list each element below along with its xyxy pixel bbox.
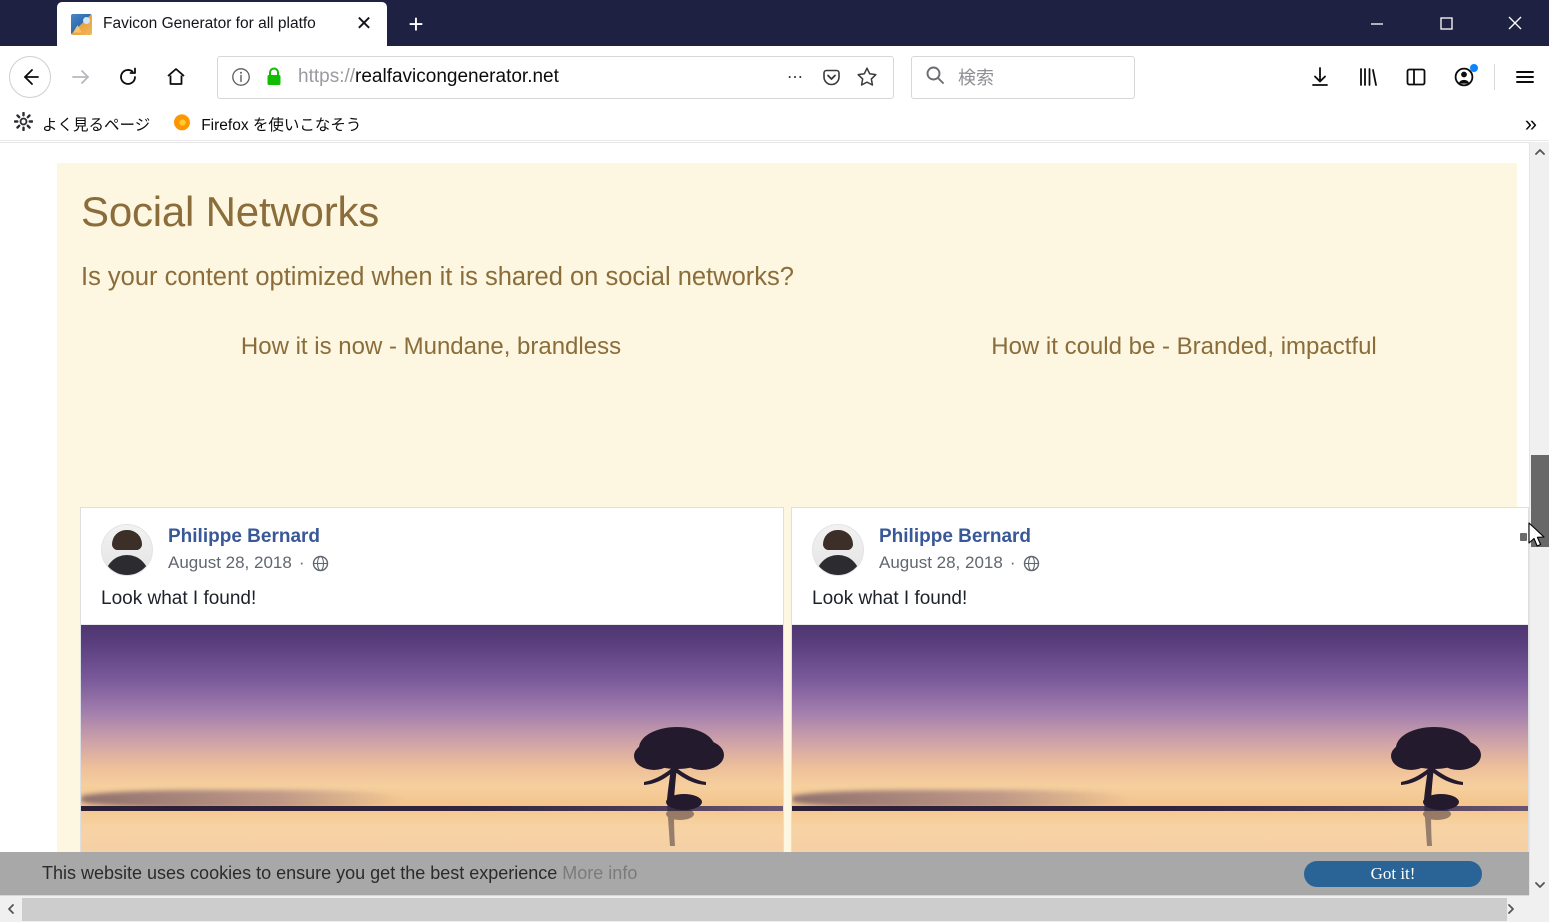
cookie-more-info-link[interactable]: More info	[562, 863, 637, 883]
post-body: Look what I found!	[101, 588, 257, 609]
reload-button[interactable]	[109, 58, 147, 96]
account-badge	[1470, 64, 1478, 72]
page-title: Social Networks	[81, 188, 380, 235]
window-controls	[1342, 0, 1549, 46]
browser-tab[interactable]: Favicon Generator for all platfo ✕	[57, 2, 387, 46]
search-icon	[924, 64, 946, 91]
forward-button[interactable]	[61, 58, 99, 96]
post-header: Philippe Bernard August 28, 2018 ·	[81, 508, 783, 576]
scroll-left-icon[interactable]	[0, 896, 22, 922]
post-header: Philippe Bernard August 28, 2018 ·	[792, 508, 1528, 576]
maximize-icon[interactable]	[1411, 0, 1480, 46]
avatar	[812, 524, 864, 576]
cookie-message-text: This website uses cookies to ensure you …	[42, 863, 558, 883]
web-page: Social Networks Is your content optimize…	[0, 142, 1529, 895]
horizontal-scrollbar[interactable]	[0, 895, 1549, 922]
page-actions-icon[interactable]: ⋯	[777, 59, 813, 95]
lock-icon[interactable]	[264, 66, 284, 88]
pocket-icon[interactable]	[813, 59, 849, 95]
url-scheme: https://	[298, 66, 356, 87]
toolbar-divider	[1494, 64, 1495, 90]
downloads-icon[interactable]	[1296, 53, 1344, 101]
tab-title: Favicon Generator for all platfo	[103, 15, 316, 32]
photo-tree-silhouette	[614, 722, 734, 850]
post-author[interactable]: Philippe Bernard	[879, 524, 1040, 550]
post-card-branded: Philippe Bernard August 28, 2018 · Look …	[791, 507, 1529, 895]
bookmarks-toolbar: よく見るページ Firefox を使いこなそう »	[0, 108, 1549, 141]
scroll-up-icon[interactable]	[1530, 142, 1549, 162]
star-icon[interactable]	[849, 59, 885, 95]
browser-title-bar: Favicon Generator for all platfo ✕ +	[0, 0, 1549, 46]
window-close-icon[interactable]	[1480, 0, 1549, 46]
post-separator: ·	[298, 553, 305, 572]
scroll-right-icon[interactable]	[1500, 896, 1522, 922]
post-separator: ·	[1009, 553, 1016, 572]
page-viewport: Social Networks Is your content optimize…	[0, 142, 1549, 922]
search-bar[interactable]: 検索	[911, 55, 1135, 99]
post-card-unbranded: Philippe Bernard August 28, 2018 · Look …	[80, 507, 784, 895]
url-bar[interactable]: https://realfavicongenerator.net ⋯	[217, 55, 894, 99]
post-timestamp: August 28, 2018 ·	[168, 550, 329, 576]
page-info-icon[interactable]	[230, 66, 252, 88]
post-options-icon[interactable]	[1520, 533, 1527, 541]
bookmark-item-most-visited[interactable]: よく見るページ	[6, 111, 158, 137]
sidebar-icon[interactable]	[1392, 53, 1440, 101]
navigation-toolbar: https://realfavicongenerator.net ⋯ 検索	[0, 46, 1549, 108]
back-button[interactable]	[9, 56, 51, 98]
search-input-placeholder[interactable]: 検索	[958, 64, 994, 90]
globe-icon	[1023, 555, 1040, 572]
post-date-text: August 28, 2018	[168, 553, 292, 572]
toolbar-right-icons	[1296, 46, 1549, 108]
photo-tree-silhouette	[1371, 722, 1491, 850]
cookie-message: This website uses cookies to ensure you …	[42, 863, 637, 884]
favicon-generator-icon	[71, 13, 92, 35]
gear-icon	[13, 111, 34, 136]
bookmark-item-firefox-tips[interactable]: Firefox を使いこなそう	[164, 111, 369, 137]
hamburger-menu-icon[interactable]	[1501, 53, 1549, 101]
post-meta: Philippe Bernard August 28, 2018 ·	[168, 524, 329, 576]
bookmark-label: Firefox を使いこなそう	[201, 117, 362, 134]
home-button[interactable]	[157, 58, 195, 96]
scrollbar-corner	[1529, 895, 1549, 922]
url-host: realfavicongenerator.net	[355, 66, 559, 87]
bookmark-label: よく見るページ	[42, 117, 151, 134]
column-header-after: How it could be - Branded, impactful	[991, 333, 1377, 360]
post-timestamp: August 28, 2018 ·	[879, 550, 1040, 576]
close-icon[interactable]: ✕	[349, 9, 379, 39]
globe-icon	[312, 555, 329, 572]
post-body: Look what I found!	[812, 588, 968, 609]
cookie-accept-button[interactable]: Got it!	[1304, 861, 1482, 887]
post-meta: Philippe Bernard August 28, 2018 ·	[879, 524, 1040, 576]
account-icon[interactable]	[1440, 53, 1488, 101]
avatar	[101, 524, 153, 576]
section-subtitle: Is your content optimized when it is sha…	[81, 263, 794, 291]
firefox-logo-icon	[172, 112, 192, 137]
post-author[interactable]: Philippe Bernard	[168, 524, 329, 550]
page-top-divider	[0, 142, 1529, 143]
cookie-consent-bar: This website uses cookies to ensure you …	[0, 852, 1529, 895]
new-tab-button[interactable]: +	[395, 3, 437, 45]
minimize-icon[interactable]	[1342, 0, 1411, 46]
post-date-text: August 28, 2018	[879, 553, 1003, 572]
column-header-before: How it is now - Mundane, brandless	[240, 333, 622, 360]
library-icon[interactable]	[1344, 53, 1392, 101]
mouse-cursor	[1528, 522, 1546, 550]
bookmarks-overflow-icon[interactable]: »	[1525, 111, 1537, 137]
scroll-down-icon[interactable]	[1530, 875, 1549, 895]
horizontal-scrollbar-thumb[interactable]	[22, 898, 1507, 921]
url-text: https://realfavicongenerator.net	[298, 66, 777, 88]
